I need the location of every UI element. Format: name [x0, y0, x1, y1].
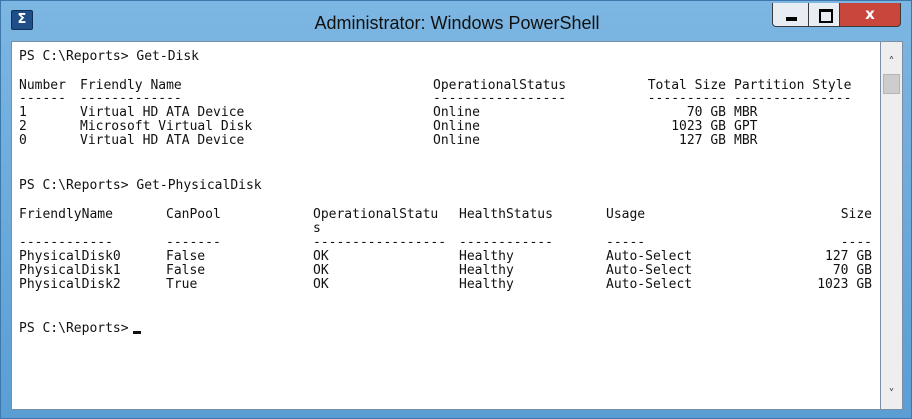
column-header-status: OperationalStatu [313, 207, 439, 222]
header-underline: --------------- [734, 91, 852, 106]
scrollbar-thumb[interactable] [883, 74, 900, 94]
title-bar[interactable]: Σ Administrator: Windows PowerShell x [1, 1, 911, 41]
header-underline: ----------------- [313, 235, 447, 250]
console-output[interactable]: PS C:\Reports> Get-Disk Number Friendly … [11, 41, 881, 410]
column-header-size: Size [840, 207, 872, 222]
text-cursor [132, 331, 141, 334]
disk-partition: MBR [734, 133, 758, 148]
physical-disk-health: Healthy [459, 249, 514, 264]
disk-friendly-name: Virtual HD ATA Device [80, 133, 245, 148]
disk-status: Online [433, 119, 480, 134]
header-underline: ------------- [80, 91, 182, 106]
disk-partition: GPT [734, 119, 758, 134]
physical-disk-usage: Auto-Select [606, 277, 693, 292]
disk-number: 1 [19, 105, 27, 120]
physical-disk-status: OK [313, 249, 329, 264]
disk-number: 0 [19, 133, 27, 148]
physical-disk-name: PhysicalDisk2 [19, 277, 121, 292]
maximize-icon [819, 9, 833, 23]
prompt-line: PS C:\Reports> Get-Disk [19, 49, 200, 64]
column-header-status-wrap: s [313, 221, 321, 236]
disk-status: Online [433, 133, 480, 148]
maximize-button[interactable] [808, 3, 840, 27]
scroll-up-icon[interactable]: ˄ [881, 52, 902, 72]
scroll-down-icon[interactable]: ˅ [881, 384, 902, 404]
column-header-friendly-name: FriendlyName [19, 207, 113, 222]
disk-number: 2 [19, 119, 27, 134]
powershell-window: Σ Administrator: Windows PowerShell x PS… [0, 0, 912, 419]
physical-disk-size: 70 GB [832, 263, 872, 278]
disk-size: 1023 GB [671, 119, 726, 134]
physical-disk-usage: Auto-Select [606, 263, 693, 278]
disk-status: Online [433, 105, 480, 120]
physical-disk-status: OK [313, 277, 329, 292]
header-underline: ----------------- [433, 91, 567, 106]
disk-size: 127 GB [679, 133, 726, 148]
physical-disk-status: OK [313, 263, 329, 278]
prompt-line: PS C:\Reports> Get-PhysicalDisk [19, 178, 262, 193]
header-underline: ------ [19, 91, 66, 106]
column-header-can-pool: CanPool [166, 207, 221, 222]
header-underline: ------------ [459, 235, 553, 250]
physical-disk-name: PhysicalDisk1 [19, 263, 121, 278]
close-icon: x [865, 5, 875, 23]
disk-size: 70 GB [686, 105, 726, 120]
physical-disk-can-pool: True [166, 277, 198, 292]
minimize-icon [786, 17, 797, 21]
column-header-usage: Usage [606, 207, 646, 222]
physical-disk-usage: Auto-Select [606, 249, 693, 264]
physical-disk-health: Healthy [459, 263, 514, 278]
column-header-health: HealthStatus [459, 207, 553, 222]
physical-disk-can-pool: False [166, 249, 206, 264]
physical-disk-health: Healthy [459, 277, 514, 292]
prompt-text: PS C:\Reports> [19, 321, 129, 336]
vertical-scrollbar[interactable]: ˄ ˅ [881, 41, 903, 410]
header-underline: ---------- [647, 91, 726, 106]
minimize-button[interactable] [772, 3, 809, 27]
close-button[interactable]: x [839, 3, 901, 27]
disk-partition: MBR [734, 105, 758, 120]
header-underline: ------- [166, 235, 221, 250]
physical-disk-size: 127 GB [825, 249, 872, 264]
prompt-line[interactable]: PS C:\Reports> [19, 322, 141, 336]
physical-disk-size: 1023 GB [817, 277, 872, 292]
disk-friendly-name: Virtual HD ATA Device [80, 105, 245, 120]
header-underline: ---- [840, 235, 872, 250]
header-underline: ------------ [19, 235, 113, 250]
disk-friendly-name: Microsoft Virtual Disk [80, 119, 253, 134]
physical-disk-can-pool: False [166, 263, 206, 278]
header-underline: ----- [606, 235, 646, 250]
physical-disk-name: PhysicalDisk0 [19, 249, 121, 264]
